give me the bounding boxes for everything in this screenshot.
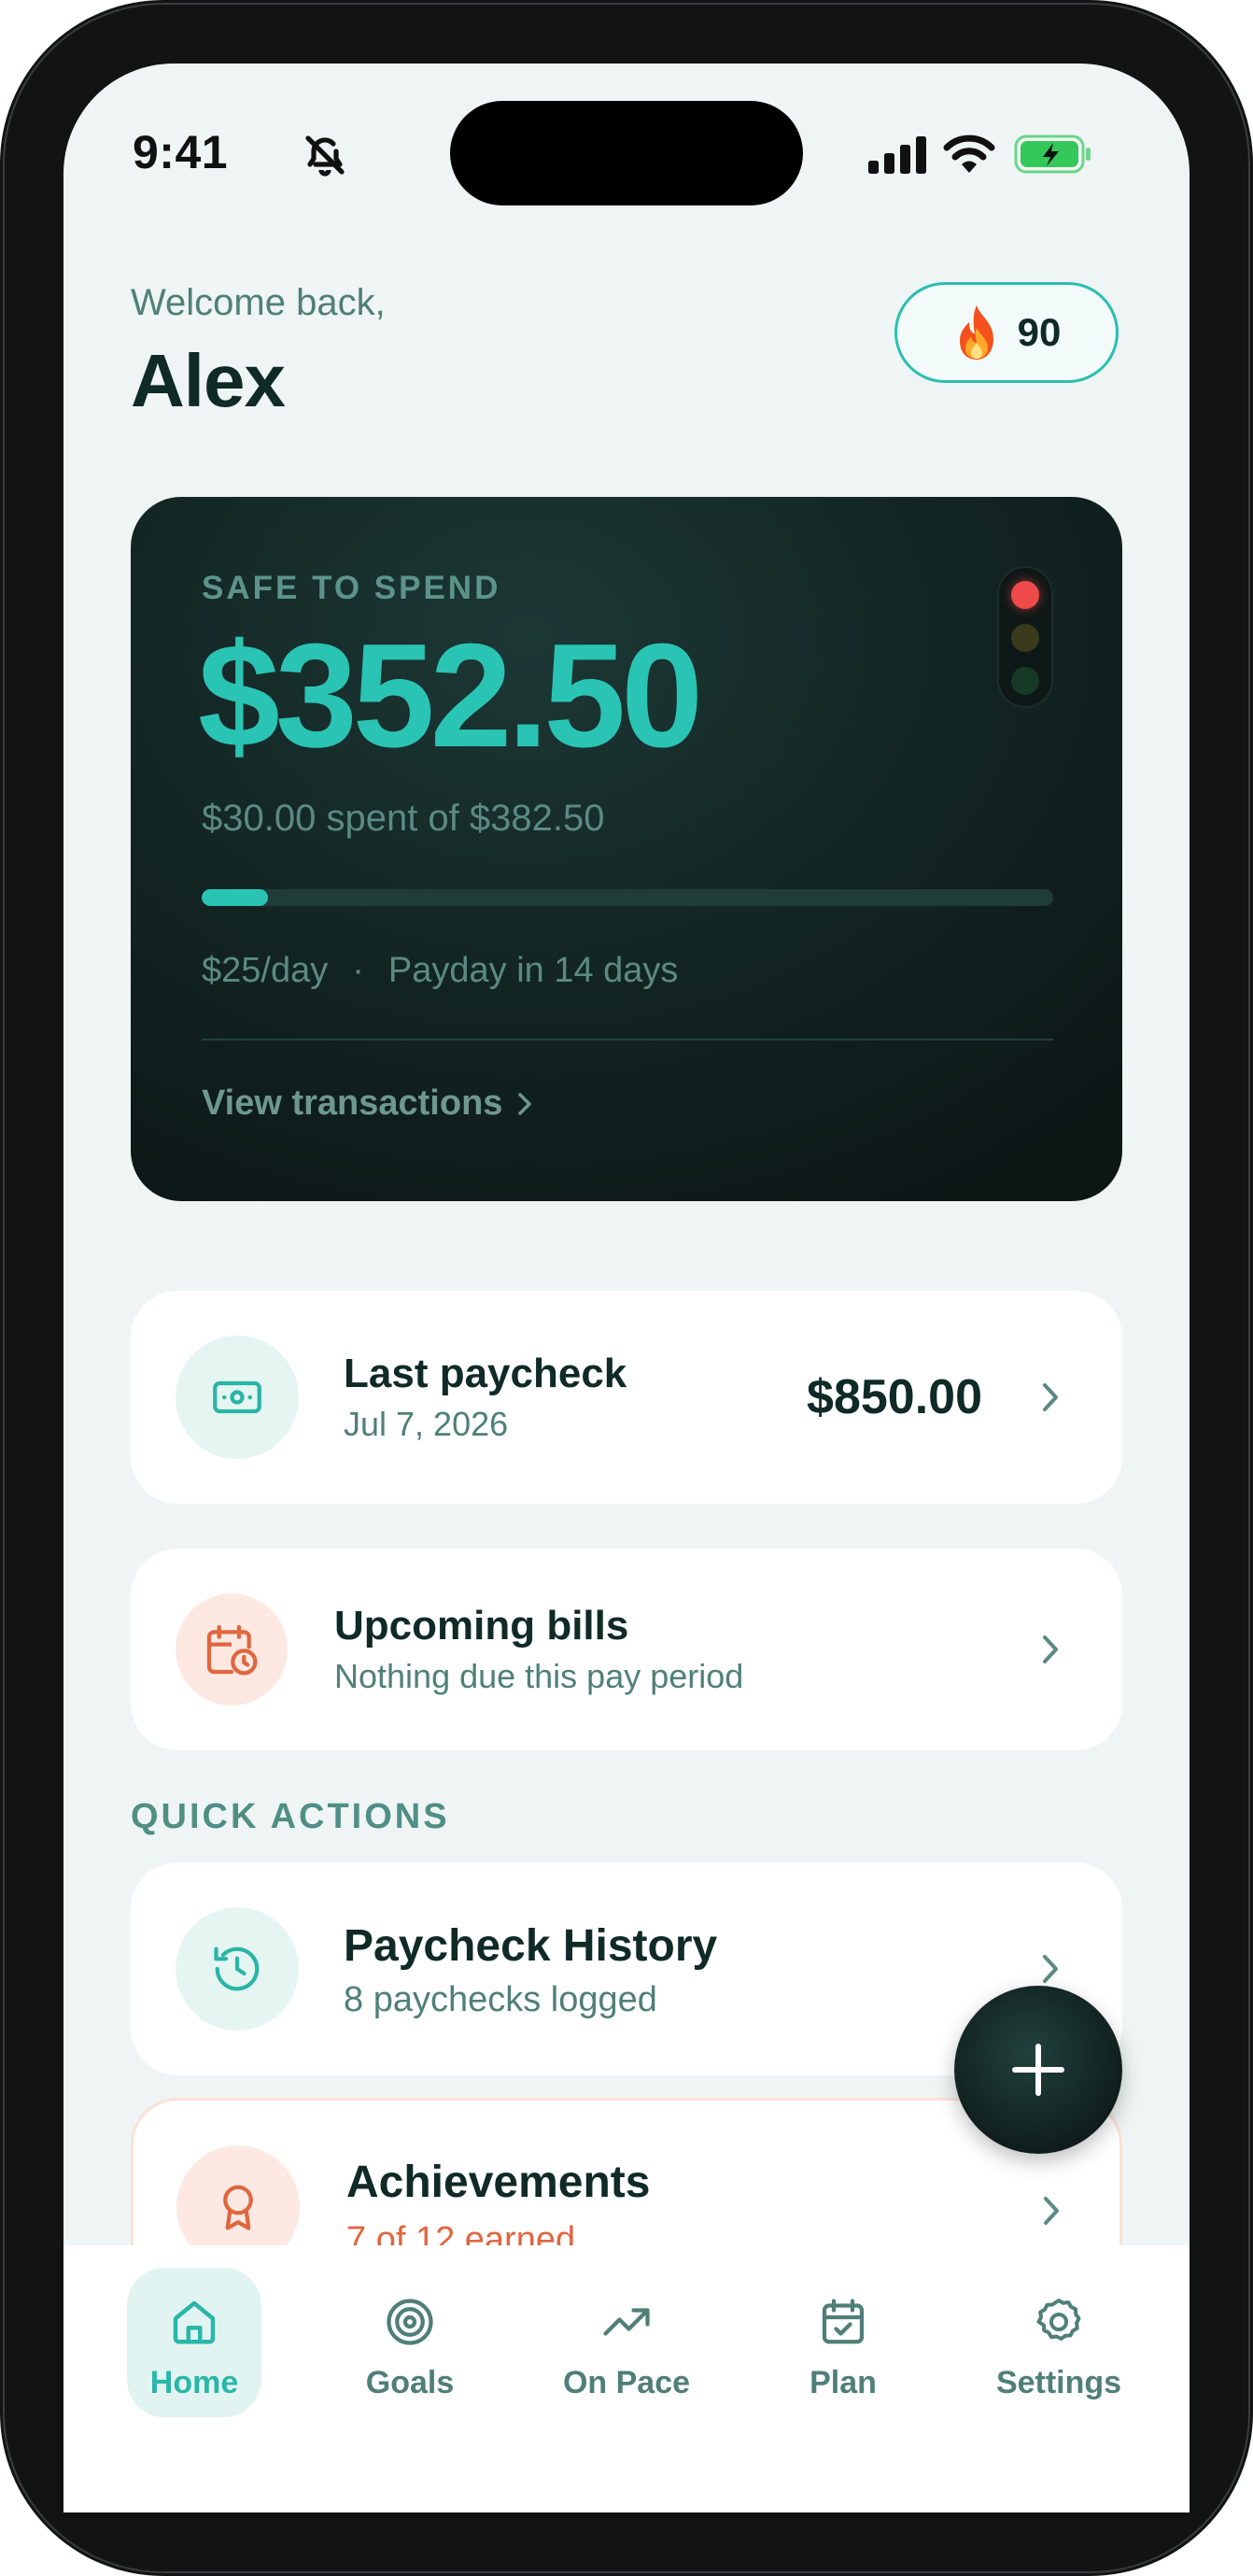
cellular-signal-icon: [868, 136, 926, 174]
last-paycheck-card[interactable]: Last paycheck Jul 7, 2026 $850.00: [131, 1291, 1122, 1504]
last-paycheck-amount: $850.00: [807, 1370, 982, 1424]
calendar-check-icon: [822, 2299, 865, 2344]
calendar-clock-icon: [206, 1624, 258, 1676]
battery-charging-icon: [1014, 134, 1091, 174]
history-icon-circle: [176, 1907, 299, 2031]
award-icon: [223, 2185, 253, 2230]
meta-separator: ·: [352, 951, 364, 990]
chevron-right-icon: [1043, 1635, 1058, 1663]
card-divider: [202, 1039, 1053, 1040]
last-paycheck-date: Jul 7, 2026: [344, 1405, 509, 1443]
traffic-light-green: [1011, 667, 1039, 695]
history-icon: [214, 1946, 260, 1991]
paycheck-history-subtitle: 8 paychecks logged: [344, 1980, 657, 2019]
tab-goals[interactable]: Goals: [343, 2268, 477, 2417]
home-icon: [173, 2300, 216, 2344]
streak-badge[interactable]: 90: [894, 282, 1119, 383]
safe-to-spend-label: SAFE TO SPEND: [202, 570, 501, 606]
tab-on-pace[interactable]: On Pace: [559, 2268, 694, 2417]
safe-to-spend-amount: $352.50: [198, 614, 703, 778]
streak-count: 90: [1017, 310, 1062, 354]
paycheck-history-title: Paycheck History: [344, 1921, 718, 1971]
tab-home[interactable]: Home: [127, 2268, 261, 2417]
fire-icon: [959, 305, 993, 360]
wifi-icon: [943, 134, 995, 173]
tab-plan-label: Plan: [810, 2365, 877, 2400]
traffic-light-indicator: [997, 566, 1053, 708]
upcoming-bills-card[interactable]: Upcoming bills Nothing due this pay peri…: [131, 1549, 1122, 1750]
spend-progress-fill: [202, 889, 269, 906]
spend-progress-bar: [202, 889, 1053, 906]
chevron-right-icon: [1044, 2197, 1059, 2225]
tab-on-pace-label: On Pace: [562, 2365, 691, 2400]
last-paycheck-title: Last paycheck: [344, 1351, 627, 1396]
bell-muted-icon: [305, 135, 345, 177]
gear-icon: [1036, 2299, 1081, 2341]
status-time: 9:41: [133, 126, 229, 178]
spent-summary: $30.00 spent of $382.50: [202, 798, 605, 839]
view-transactions-label: View transactions: [202, 1083, 503, 1123]
view-transactions-link[interactable]: View transactions: [202, 1083, 534, 1124]
target-icon: [387, 2299, 433, 2345]
upcoming-bills-title: Upcoming bills: [334, 1603, 629, 1649]
achievements-title: Achievements: [346, 2158, 651, 2207]
cash-icon: [213, 1380, 261, 1414]
payday-countdown: Payday in 14 days: [387, 951, 679, 990]
dynamic-island: [450, 101, 803, 205]
bills-icon-circle: [176, 1593, 288, 1706]
welcome-text: Welcome back,: [131, 282, 386, 323]
tab-goals-label: Goals: [365, 2365, 455, 2400]
paycheck-icon-circle: [176, 1336, 299, 1459]
tab-settings[interactable]: Settings: [992, 2268, 1126, 2417]
tab-home-label: Home: [149, 2365, 239, 2400]
add-button[interactable]: [954, 1986, 1122, 2154]
trending-up-icon: [603, 2308, 650, 2336]
traffic-light-yellow: [1011, 624, 1039, 652]
tab-plan[interactable]: Plan: [776, 2268, 910, 2417]
plus-icon: [1012, 2044, 1064, 2096]
quick-actions-label: QUICK ACTIONS: [131, 1797, 450, 1836]
chevron-right-icon: [1043, 1383, 1058, 1411]
chevron-right-icon: [1043, 1955, 1058, 1983]
budget-meta: $25/day · Payday in 14 days: [202, 951, 678, 991]
tab-bar: Home Goals On Pace Plan Settings: [63, 2245, 1190, 2512]
traffic-light-red: [1011, 581, 1039, 609]
tab-settings-label: Settings: [995, 2365, 1122, 2400]
chevron-right-icon: [518, 1092, 532, 1115]
daily-allowance: $25/day: [202, 951, 329, 990]
safe-to-spend-card[interactable]: SAFE TO SPEND $352.50 $30.00 spent of $3…: [131, 497, 1122, 1201]
upcoming-bills-subtitle: Nothing due this pay period: [334, 1657, 744, 1695]
user-name: Alex: [131, 339, 286, 422]
